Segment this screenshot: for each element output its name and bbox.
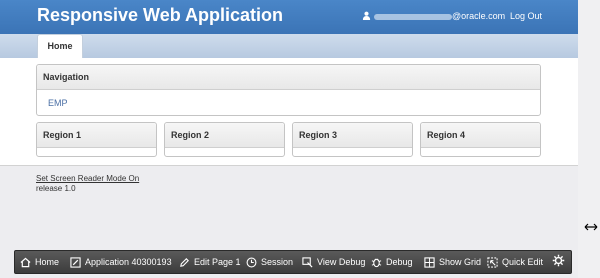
dev-quick-edit-label: Quick Edit: [502, 257, 544, 267]
quick-edit-icon: [487, 257, 498, 268]
resize-arrow-icon: [584, 219, 598, 237]
dev-edit-page-button[interactable]: Edit Page 1: [179, 251, 241, 273]
logout-link[interactable]: Log Out: [510, 11, 542, 21]
dev-show-grid-label: Show Grid: [439, 257, 482, 267]
navigation-region: Navigation EMP: [36, 64, 541, 116]
screen-reader-mode-link[interactable]: Set Screen Reader Mode On: [36, 174, 139, 183]
region-2: Region 2: [164, 122, 285, 157]
dev-home-label: Home: [35, 257, 60, 267]
dev-session-button[interactable]: Session: [246, 251, 293, 273]
bug-icon: [371, 258, 382, 268]
tab-bar: [0, 34, 578, 59]
dev-quick-edit-button[interactable]: Quick Edit: [487, 251, 543, 273]
gear-icon: [552, 254, 565, 267]
dev-session-label: Session: [261, 257, 294, 267]
app-header: Responsive Web Application @oracle.com L…: [0, 0, 578, 34]
region-4-title: Region 4: [421, 123, 540, 148]
dev-debug-label: Debug: [386, 257, 413, 267]
dev-edit-page-label: Edit Page 1: [194, 257, 241, 267]
user-email-suffix: @oracle.com: [452, 11, 506, 21]
grid-icon: [424, 257, 435, 268]
region-3-title: Region 3: [293, 123, 412, 148]
release-label: release 1.0: [36, 184, 76, 193]
tab-home[interactable]: Home: [37, 34, 83, 59]
region-1: Region 1: [36, 122, 157, 157]
dev-application-label: Application 40300193: [85, 257, 172, 267]
developer-toolbar: Home Application 40300193 Edit Page 1 Se…: [14, 250, 572, 274]
home-icon: [20, 257, 31, 268]
dev-debug-button[interactable]: Debug: [371, 251, 413, 273]
dev-settings-button[interactable]: [552, 254, 565, 272]
edit-application-icon: [70, 257, 81, 268]
region-2-title: Region 2: [165, 123, 284, 148]
clock-icon: [246, 257, 257, 268]
dev-application-button[interactable]: Application 40300193: [70, 251, 172, 273]
dev-show-grid-button[interactable]: Show Grid: [424, 251, 481, 273]
navigation-title: Navigation: [37, 65, 540, 90]
region-3: Region 3: [292, 122, 413, 157]
page: Responsive Web Application @oracle.com L…: [0, 0, 578, 278]
user-info: @oracle.com: [362, 11, 505, 22]
region-1-title: Region 1: [37, 123, 156, 148]
app-title[interactable]: Responsive Web Application: [37, 5, 283, 26]
dev-home-button[interactable]: Home: [20, 251, 59, 273]
main-content: Navigation EMP Region 1 Region 2 Region …: [0, 58, 578, 166]
user-email-redacted: [374, 13, 452, 20]
view-debug-icon: [302, 257, 313, 268]
user-icon: [362, 11, 371, 22]
nav-link-emp[interactable]: EMP: [48, 98, 68, 108]
region-4: Region 4: [420, 122, 541, 157]
edit-page-icon: [180, 258, 189, 267]
dev-view-debug-label: View Debug: [317, 257, 366, 267]
dev-view-debug-button[interactable]: View Debug: [302, 251, 365, 273]
